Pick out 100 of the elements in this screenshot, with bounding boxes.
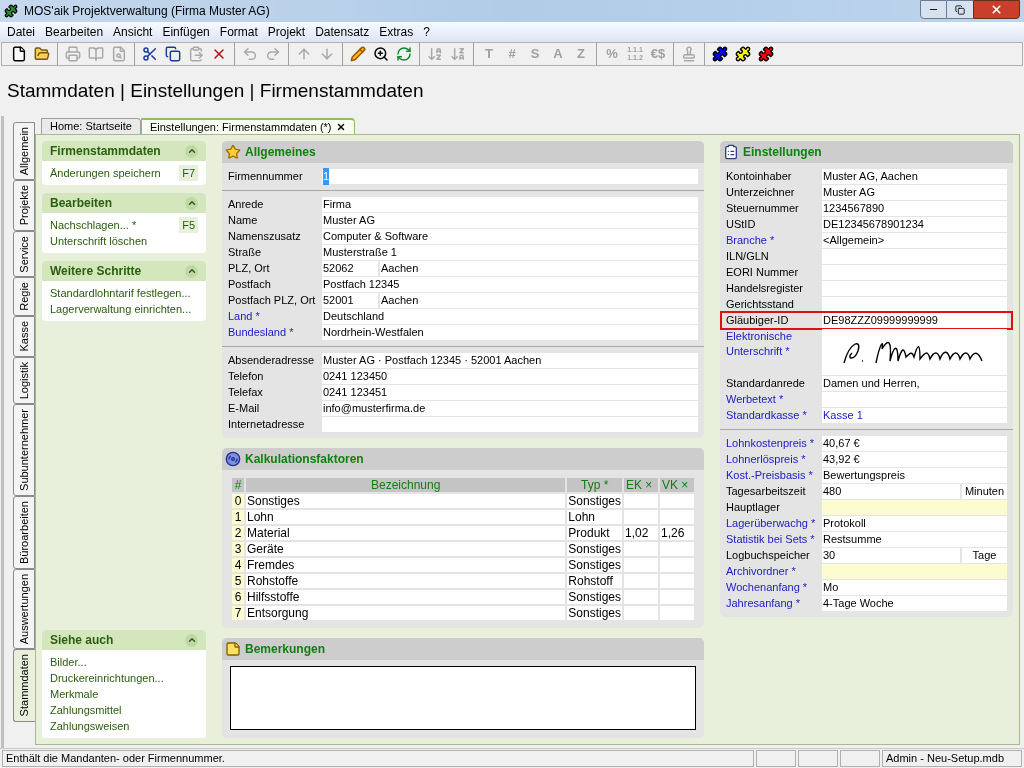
form-field[interactable]: DE12345678901234	[822, 217, 1007, 232]
form-field[interactable]: Muster AG	[322, 213, 698, 228]
table-cell: Sonstiges	[567, 542, 622, 556]
form-field[interactable]: Bewertungspreis	[822, 468, 1007, 483]
field-value: 1	[323, 168, 330, 185]
close-button[interactable]	[973, 0, 1020, 19]
form-field[interactable]: Nordrhein-Westfalen	[322, 325, 698, 340]
form-field[interactable]: Muster AG · Postfach 12345 · 52001 Aachen	[322, 353, 698, 368]
table-cell: 1,02	[624, 526, 658, 540]
collapse-icon[interactable]	[185, 196, 198, 210]
form-field[interactable]: 52001	[322, 293, 378, 308]
menu-item[interactable]: Datei	[2, 22, 40, 42]
form-field[interactable]	[822, 392, 1007, 407]
document-tab[interactable]: Einstellungen: Firmenstammdaten (*)	[140, 118, 355, 134]
form-field[interactable]: Firma	[322, 197, 698, 212]
form-field[interactable]: Damen und Herren,	[822, 376, 1007, 391]
form-field[interactable]	[822, 500, 1007, 515]
form-field[interactable]: Kasse 1	[822, 408, 1007, 423]
menu-item[interactable]: Extras	[374, 22, 419, 42]
task-link[interactable]: Nachschlagen... *	[50, 216, 137, 234]
form-field[interactable]	[822, 265, 1007, 280]
form-field[interactable]: Musterstraße 1	[322, 245, 698, 260]
table-cell	[660, 558, 694, 572]
task-link[interactable]: Zahlungsmittel	[50, 701, 122, 719]
field-label: Absenderadresse	[228, 353, 316, 368]
form-field[interactable]: 40,67 €	[822, 436, 1007, 451]
field-label: Name	[228, 213, 259, 228]
restore-icon	[955, 4, 965, 15]
side-tab[interactable]: Stammdaten	[13, 649, 35, 722]
field-label: Wochenanfang *	[726, 580, 809, 595]
minimize-button[interactable]	[920, 0, 947, 19]
side-tab[interactable]: Logistik	[13, 356, 35, 404]
form-field[interactable]: Mo	[822, 580, 1007, 595]
form-field[interactable]: Aachen	[380, 261, 698, 276]
field-value: 52062	[323, 261, 354, 277]
form-field[interactable]: Muster AG, Aachen	[822, 169, 1007, 184]
side-tab[interactable]: Regie	[13, 277, 35, 317]
side-tab[interactable]: Subunternehmer	[13, 404, 35, 496]
form-field[interactable]: Computer & Software	[322, 229, 698, 244]
field-label: Standardkasse *	[726, 408, 808, 423]
side-tab[interactable]: Büroarbeiten	[13, 495, 35, 569]
form-field[interactable]: Restsumme	[822, 532, 1007, 547]
form-field[interactable]: Aachen	[380, 293, 698, 308]
task-link[interactable]: Standardlohntarif festlegen...	[50, 284, 191, 302]
document-tab[interactable]: Home: Startseite	[41, 118, 141, 134]
task-link[interactable]: Merkmale	[50, 685, 99, 703]
form-field[interactable]: <Allgemein>	[822, 233, 1007, 248]
form-field[interactable]: 0241 123451	[322, 385, 698, 400]
field-label: Telefax	[228, 385, 264, 400]
form-field[interactable]: Deutschland	[322, 309, 698, 324]
refresh-icon	[396, 46, 412, 62]
field-value: Muster AG	[823, 185, 875, 201]
side-tab[interactable]: Auswertungen	[13, 568, 35, 650]
form-field[interactable]: 480	[822, 484, 960, 499]
field-value: Postfach 12345	[323, 277, 400, 293]
clipboard-icon	[723, 144, 739, 160]
restore-button[interactable]	[947, 0, 973, 19]
form-field[interactable]: Protokoll	[822, 516, 1007, 531]
collapse-icon[interactable]	[185, 264, 198, 278]
menu-item[interactable]: Bearbeiten	[40, 22, 109, 42]
form-field[interactable]	[322, 417, 698, 432]
signature-field[interactable]	[822, 329, 1007, 375]
field-label: Jahresanfang *	[726, 596, 801, 611]
task-link[interactable]: Lagerverwaltung einrichten...	[50, 300, 192, 318]
field-value: Aachen	[381, 261, 419, 277]
task-link[interactable]: Unterschrift löschen	[50, 232, 148, 250]
menu-item[interactable]: Ansicht	[108, 22, 158, 42]
form-field[interactable]: 0241 123450	[322, 369, 698, 384]
task-link[interactable]: Bilder...	[50, 653, 87, 671]
collapse-icon[interactable]	[185, 144, 198, 158]
form-field[interactable]: info@musterfirma.de	[322, 401, 698, 416]
menu-item[interactable]: Datensatz	[310, 22, 375, 42]
menu-item[interactable]: Projekt	[262, 22, 311, 42]
form-field[interactable]: Muster AG	[822, 185, 1007, 200]
table-cell: Sonstiges	[567, 558, 622, 572]
menu-item[interactable]: Einfügen	[157, 22, 215, 42]
form-field[interactable]: 43,92 €	[822, 452, 1007, 467]
side-tab[interactable]: Allgemein	[13, 122, 35, 181]
side-tab[interactable]: Kasse	[13, 316, 35, 357]
form-field[interactable]: Postfach 12345	[322, 277, 698, 292]
form-field[interactable]	[822, 281, 1007, 296]
task-link[interactable]: Zahlungsweisen	[50, 717, 130, 735]
side-tab[interactable]: Service	[13, 230, 35, 278]
form-field[interactable]: DE98ZZZ09999999999	[822, 313, 1007, 328]
remarks-field[interactable]	[230, 666, 696, 730]
form-field[interactable]: Tage	[962, 548, 1007, 563]
menu-item[interactable]: Format	[214, 22, 263, 42]
task-link[interactable]: Druckereinrichtungen...	[50, 669, 164, 687]
collapse-icon[interactable]	[185, 633, 198, 647]
form-field[interactable]	[822, 249, 1007, 264]
form-field[interactable]: 30	[822, 548, 960, 563]
task-link[interactable]: Änderungen speichern	[50, 164, 161, 182]
form-field[interactable]: Minuten	[962, 484, 1007, 499]
form-field[interactable]: 4-Tage Woche	[822, 596, 1007, 611]
close-tab-icon[interactable]	[335, 122, 346, 132]
side-tab[interactable]: Projekte	[13, 180, 35, 231]
form-field[interactable]: 1234567890	[822, 201, 1007, 216]
menu-item[interactable]: ?	[418, 22, 435, 42]
form-field[interactable]: 52062	[322, 261, 378, 276]
form-field[interactable]	[822, 564, 1007, 579]
